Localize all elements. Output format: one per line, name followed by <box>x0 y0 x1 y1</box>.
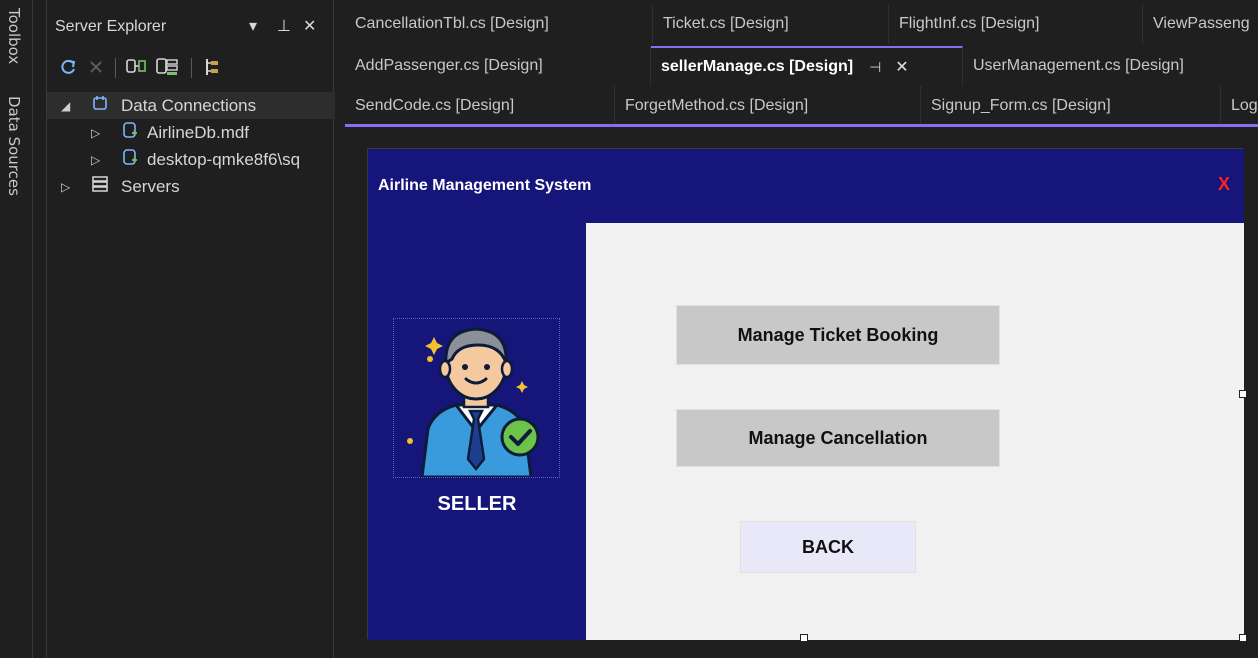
pin-icon[interactable]: ⊣ <box>869 59 881 76</box>
collapsed-arrow-icon[interactable]: ▷ <box>91 126 100 140</box>
hierarchy-icon[interactable] <box>199 52 225 82</box>
close-icon[interactable]: ✕ <box>303 16 316 36</box>
tab-sendcode[interactable]: SendCode.cs [Design] <box>345 86 615 126</box>
side-tool-strip: Toolbox Data Sources <box>0 0 33 658</box>
tab-label: sellerManage.cs [Design] <box>661 58 854 75</box>
tab-row-1: CancellationTbl.cs [Design] Ticket.cs [D… <box>345 4 1258 44</box>
tree-item-servers[interactable]: ▷ Servers <box>47 173 335 200</box>
connect-server-icon[interactable] <box>153 52 181 82</box>
servers-icon <box>91 175 109 198</box>
resize-handle-bottom[interactable] <box>800 634 808 642</box>
server-explorer-toolbar <box>47 52 335 84</box>
tab-row-2: AddPassenger.cs [Design] sellerManage.cs… <box>345 46 1258 86</box>
back-button[interactable]: BACK <box>740 521 916 573</box>
active-tab-underline <box>345 124 1258 127</box>
database-icon <box>121 121 139 144</box>
data-sources-tab[interactable]: Data Sources <box>5 96 23 196</box>
tree-item-airlinedb[interactable]: ▷ AirlineDb.mdf <box>47 119 335 146</box>
document-tabs: CancellationTbl.cs [Design] Ticket.cs [D… <box>345 0 1258 128</box>
form-title-bar: Airline Management System X <box>368 149 1244 223</box>
form-left-panel: SELLER <box>368 223 586 640</box>
tree-item-label: Data Connections <box>121 95 257 115</box>
tab-row-3: SendCode.cs [Design] ForgetMethod.cs [De… <box>345 86 1258 126</box>
refresh-icon[interactable] <box>55 52 81 82</box>
stop-icon[interactable] <box>85 52 107 82</box>
dropdown-icon[interactable]: ▾ <box>249 16 257 36</box>
tree-item-desktop-connection[interactable]: ▷ desktop-qmke8f6\sq <box>47 146 335 173</box>
designer-canvas: Airline Management System X SELLER Manag… <box>345 128 1258 658</box>
seller-manage-form[interactable]: Airline Management System X SELLER Manag… <box>367 148 1244 640</box>
server-explorer-header: Server Explorer ▾ ⊥ ✕ <box>47 10 335 40</box>
tab-viewpassenger[interactable]: ViewPasseng <box>1143 4 1258 44</box>
tab-usermanagement[interactable]: UserManagement.cs [Design] <box>963 46 1258 86</box>
seller-label: SELLER <box>437 493 517 515</box>
tab-cancellationtbl[interactable]: CancellationTbl.cs [Design] <box>345 4 653 44</box>
server-explorer-title: Server Explorer <box>55 18 167 35</box>
resize-handle-corner[interactable] <box>1239 634 1247 642</box>
collapsed-arrow-icon[interactable]: ▷ <box>61 180 70 194</box>
seller-avatar-image <box>393 318 560 479</box>
form-right-panel: Manage Ticket Booking Manage Cancellatio… <box>586 223 1244 640</box>
tab-sellermanage[interactable]: sellerManage.cs [Design] ⊣ ✕ <box>651 46 963 86</box>
tab-ticket[interactable]: Ticket.cs [Design] <box>653 4 889 44</box>
manage-ticket-booking-button[interactable]: Manage Ticket Booking <box>676 305 1000 365</box>
tab-signupform[interactable]: Signup_Form.cs [Design] <box>921 86 1221 126</box>
tree-item-label: AirlineDb.mdf <box>147 122 250 142</box>
resize-handle-right[interactable] <box>1239 390 1247 398</box>
toolbox-tab[interactable]: Toolbox <box>5 8 23 64</box>
manage-cancellation-button[interactable]: Manage Cancellation <box>676 409 1000 467</box>
tab-flightinf[interactable]: FlightInf.cs [Design] <box>889 4 1143 44</box>
database-icon <box>121 148 139 171</box>
data-connection-icon <box>91 94 109 117</box>
businessman-icon <box>407 327 540 479</box>
expanded-arrow-icon[interactable]: ◢ <box>61 99 70 113</box>
tree-item-data-connections[interactable]: ◢ Data Connections <box>47 92 335 119</box>
pin-icon[interactable]: ⊥ <box>277 16 291 36</box>
form-title: Airline Management System <box>378 177 592 194</box>
tree-item-label: desktop-qmke8f6\sq <box>147 149 301 169</box>
close-icon[interactable]: X <box>1218 174 1230 195</box>
tab-login[interactable]: Log <box>1221 86 1258 126</box>
close-tab-icon[interactable]: ✕ <box>895 57 908 77</box>
server-explorer-panel: Server Explorer ▾ ⊥ ✕ ◢ Data Connections… <box>46 0 335 658</box>
tree-item-label: Servers <box>121 176 180 196</box>
connect-database-icon[interactable] <box>123 52 149 82</box>
tab-addpassenger[interactable]: AddPassenger.cs [Design] <box>345 46 651 86</box>
collapsed-arrow-icon[interactable]: ▷ <box>91 153 100 167</box>
tab-forgetmethod[interactable]: ForgetMethod.cs [Design] <box>615 86 921 126</box>
